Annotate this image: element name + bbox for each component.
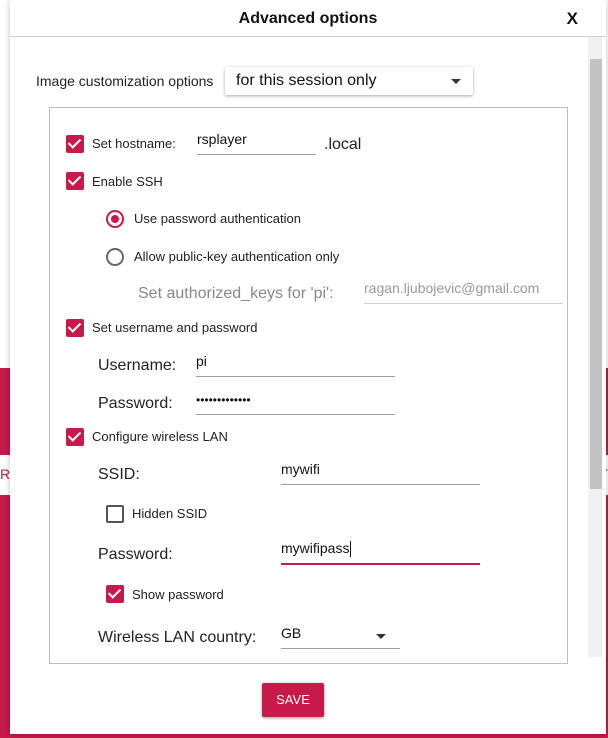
enable-ssh-label: Enable SSH — [92, 174, 163, 189]
save-button[interactable]: SAVE — [262, 683, 324, 717]
wifi-password-label: Password: — [98, 546, 173, 563]
password-label: Password: — [98, 395, 173, 412]
hostname-checkbox-label: Set hostname: — [92, 136, 176, 151]
show-password-checkbox[interactable] — [106, 585, 124, 603]
settings-group: Set hostname: rsplayer .local Enable SSH… — [49, 107, 568, 664]
authorized-keys-label: Set authorized_keys for 'pi': — [138, 285, 334, 302]
customization-selected-value: for this session only — [236, 72, 377, 89]
ssid-label: SSID: — [98, 466, 140, 483]
customization-label: Image customization options — [36, 73, 214, 89]
chevron-down-icon — [376, 634, 386, 639]
chevron-down-icon — [451, 79, 461, 84]
show-password-label: Show password — [132, 587, 224, 602]
close-button[interactable]: X — [567, 9, 578, 29]
password-input[interactable]: ••••••••••••• — [196, 390, 395, 415]
hostname-checkbox[interactable] — [66, 135, 84, 153]
hostname-input[interactable]: rsplayer — [197, 130, 316, 155]
ssid-input[interactable]: mywifi — [281, 460, 480, 485]
authorized-keys-value: ragan.ljubojevic@gmail.com — [364, 280, 540, 296]
dialog-title: Advanced options — [238, 10, 378, 27]
text-cursor — [350, 541, 352, 558]
country-select[interactable]: GB — [281, 624, 400, 649]
enable-ssh-checkbox[interactable] — [66, 172, 84, 190]
pubkey-auth-radio[interactable] — [106, 248, 124, 266]
set-user-checkbox[interactable] — [66, 319, 84, 337]
scrollbar[interactable] — [588, 37, 602, 657]
username-label: Username: — [98, 357, 177, 374]
authorized-keys-input[interactable]: ragan.ljubojevic@gmail.com — [364, 279, 563, 304]
customization-select[interactable]: for this session only — [225, 67, 473, 95]
country-value: GB — [281, 625, 302, 641]
hostname-value: rsplayer — [197, 131, 247, 147]
ssid-value: mywifi — [281, 461, 320, 477]
country-label: Wireless LAN country: — [98, 629, 257, 646]
pubkey-auth-label: Allow public-key authentication only — [134, 249, 340, 264]
hostname-suffix: .local — [324, 136, 362, 153]
dialog-header: Advanced options X — [10, 0, 606, 37]
password-value: ••••••••••••• — [196, 393, 251, 407]
set-user-label: Set username and password — [92, 320, 258, 335]
advanced-options-dialog: Advanced options X Image customization o… — [10, 0, 606, 734]
scrollbar-thumb[interactable] — [590, 59, 602, 489]
password-auth-radio[interactable] — [106, 210, 124, 228]
wifi-password-value: mywifipass — [281, 540, 352, 558]
username-input[interactable]: pi — [196, 352, 395, 377]
wifi-password-input[interactable]: mywifipass — [281, 539, 480, 565]
configure-wifi-label: Configure wireless LAN — [92, 429, 228, 444]
username-value: pi — [196, 353, 207, 369]
wifi-password-text: mywifipass — [281, 540, 350, 556]
hidden-ssid-label: Hidden SSID — [132, 506, 208, 521]
configure-wifi-checkbox[interactable] — [66, 428, 84, 446]
password-auth-label: Use password authentication — [134, 211, 301, 226]
hidden-ssid-checkbox[interactable] — [106, 505, 124, 523]
